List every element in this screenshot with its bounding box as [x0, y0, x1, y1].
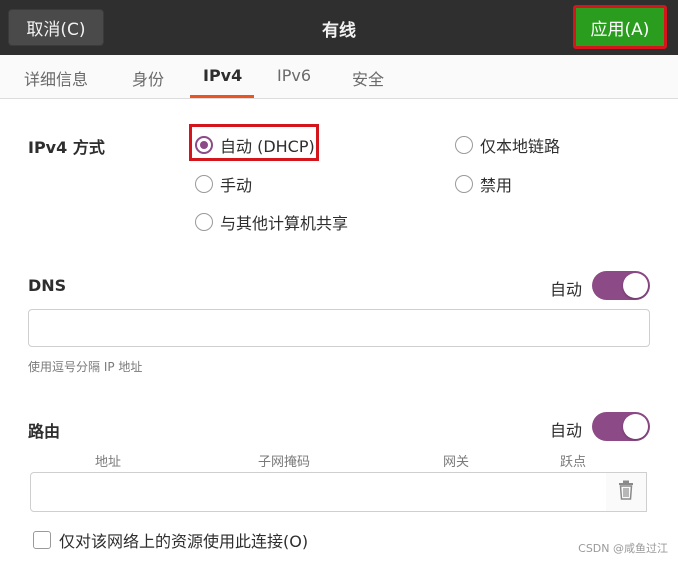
radio-disabled[interactable]: 禁用 [455, 172, 512, 196]
tab-ipv4[interactable]: IPv4 [203, 66, 242, 85]
radio-disabled-label: 禁用 [480, 176, 513, 195]
watermark: CSDN @咸鱼过江 [578, 542, 668, 555]
checkbox-label: 仅对该网络上的资源使用此连接(O) [59, 532, 309, 551]
dns-auto-toggle[interactable] [592, 271, 650, 300]
radio-manual[interactable]: 手动 [195, 172, 252, 196]
trash-icon [618, 480, 634, 504]
highlight-box [189, 124, 319, 161]
tab-security[interactable]: 安全 [352, 66, 384, 90]
toggle-knob [623, 273, 648, 298]
apply-button[interactable]: 应用(A) [573, 5, 667, 49]
checkbox-icon [33, 531, 51, 549]
routes-auto-toggle[interactable] [592, 412, 650, 441]
route-gateway-input[interactable] [370, 472, 541, 512]
radio-link-local[interactable]: 仅本地链路 [455, 133, 560, 157]
tab-ipv6[interactable]: IPv6 [277, 66, 311, 85]
ipv4-method-label: IPv4 方式 [28, 138, 105, 157]
tab-identity[interactable]: 身份 [132, 66, 164, 90]
column-header-address: 地址 [95, 455, 122, 470]
dns-hint: 使用逗号分隔 IP 地址 [28, 360, 143, 374]
route-address-input[interactable] [30, 472, 201, 512]
dns-input[interactable] [28, 309, 650, 347]
route-metric-input[interactable] [540, 472, 607, 512]
column-header-gateway: 网关 [443, 455, 470, 470]
tab-details[interactable]: 详细信息 [24, 66, 88, 90]
radio-link-local-label: 仅本地链路 [480, 137, 561, 156]
radio-icon [455, 175, 473, 193]
delete-route-button[interactable] [606, 472, 647, 512]
tab-bar: 详细信息 身份 IPv4 IPv6 安全 [0, 55, 678, 99]
toggle-knob [623, 414, 648, 439]
route-netmask-input[interactable] [200, 472, 371, 512]
column-header-metric: 跃点 [560, 455, 587, 470]
radio-shared-label: 与其他计算机共享 [220, 214, 349, 233]
header-bar: 取消(C) 有线 应用(A) [0, 0, 678, 55]
dns-auto-label: 自动 [550, 280, 583, 299]
local-resources-only-checkbox[interactable]: 仅对该网络上的资源使用此连接(O) [33, 528, 308, 552]
routes-label: 路由 [28, 422, 61, 441]
radio-icon [195, 175, 213, 193]
radio-shared[interactable]: 与其他计算机共享 [195, 210, 348, 234]
dns-label: DNS [28, 276, 67, 295]
radio-manual-label: 手动 [220, 176, 253, 195]
radio-icon [195, 213, 213, 231]
routes-auto-label: 自动 [550, 421, 583, 440]
radio-icon [455, 136, 473, 154]
active-tab-indicator [190, 95, 254, 98]
column-header-netmask: 子网掩码 [258, 455, 311, 470]
